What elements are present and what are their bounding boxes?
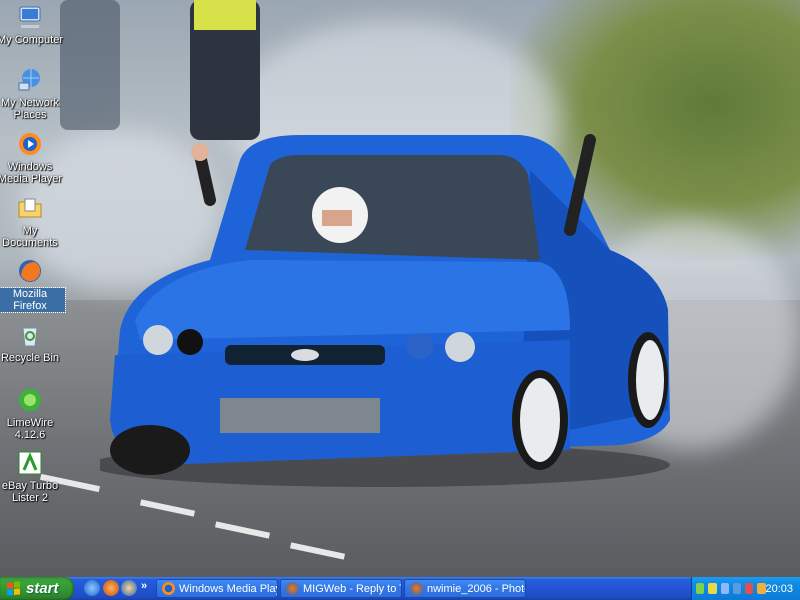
task-label: Windows Media Player bbox=[179, 582, 277, 595]
firefox-icon bbox=[286, 582, 299, 595]
documents-icon bbox=[16, 194, 44, 222]
spectator bbox=[60, 0, 120, 130]
clock[interactable]: 20:03 bbox=[766, 583, 794, 595]
tray-icon[interactable] bbox=[696, 583, 705, 594]
start-label: start bbox=[26, 580, 59, 597]
quick-launch-overflow-chevron-icon[interactable]: » bbox=[141, 580, 147, 592]
desktop-wallpaper bbox=[0, 0, 800, 577]
tray-icon[interactable] bbox=[757, 583, 766, 594]
taskbar-task-photobucket[interactable]: nwimie_2006 - Photo... bbox=[404, 579, 526, 598]
blue-car-illustration bbox=[100, 134, 670, 487]
desktop-icon-label: My Network Places bbox=[0, 97, 60, 121]
desktop-icon-label: LimeWire 4.12.6 bbox=[6, 417, 54, 441]
system-tray: 20:03 bbox=[691, 577, 800, 600]
spectator bbox=[190, 0, 260, 140]
desktop-icon-windows-media-player[interactable]: Windows Media Player bbox=[0, 130, 65, 185]
desktop-icon-my-documents[interactable]: My Documents bbox=[0, 194, 65, 249]
windows-logo-icon bbox=[7, 580, 21, 596]
tray-icon[interactable] bbox=[732, 583, 741, 594]
tray-icon[interactable] bbox=[708, 583, 717, 594]
task-label: MIGWeb - Reply to T... bbox=[303, 582, 401, 595]
desktop-icon-label: Windows Media Player bbox=[0, 161, 63, 185]
taskbar: start » Windows Media Player MIGWeb - Re… bbox=[0, 577, 800, 600]
firefox-icon[interactable] bbox=[103, 580, 119, 596]
media-player-icon[interactable] bbox=[121, 580, 137, 596]
desktop-icon-label: Recycle Bin bbox=[0, 352, 60, 364]
desktop-icon-my-computer[interactable]: My Computer bbox=[0, 3, 65, 46]
desktop-icon-my-network-places[interactable]: My Network Places bbox=[0, 66, 65, 121]
computer-icon bbox=[16, 3, 44, 31]
firefox-icon bbox=[16, 257, 44, 285]
limewire-icon bbox=[16, 386, 44, 414]
desktop-icon-recycle-bin[interactable]: Recycle Bin bbox=[0, 321, 65, 364]
tray-icon[interactable] bbox=[745, 583, 754, 594]
taskbar-task-windows-media-player[interactable]: Windows Media Player bbox=[156, 579, 278, 598]
taskbar-task-migweb[interactable]: MIGWeb - Reply to T... bbox=[280, 579, 402, 598]
desktop-icon-label: My Computer bbox=[0, 34, 64, 46]
firefox-icon bbox=[410, 582, 423, 595]
ie-icon[interactable] bbox=[84, 580, 100, 596]
start-button[interactable]: start bbox=[0, 577, 74, 600]
desktop-icon-label: Mozilla Firefox bbox=[0, 287, 66, 313]
ebay-turbo-lister-icon bbox=[16, 449, 44, 477]
network-icon bbox=[16, 66, 44, 94]
task-label: nwimie_2006 - Photo... bbox=[427, 582, 525, 595]
desktop-icon-mozilla-firefox[interactable]: Mozilla Firefox bbox=[0, 257, 66, 313]
tray-icon[interactable] bbox=[720, 583, 729, 594]
desktop-icon-label: My Documents bbox=[2, 225, 58, 249]
media-player-icon bbox=[162, 582, 175, 595]
recycle-bin-icon bbox=[16, 321, 44, 349]
desktop-icon-limewire[interactable]: LimeWire 4.12.6 bbox=[0, 386, 65, 441]
desktop-icon-ebay-turbo-lister[interactable]: eBay Turbo Lister 2 bbox=[0, 449, 65, 504]
desktop-icon-label: eBay Turbo Lister 2 bbox=[1, 480, 59, 504]
media-player-icon bbox=[16, 130, 44, 158]
